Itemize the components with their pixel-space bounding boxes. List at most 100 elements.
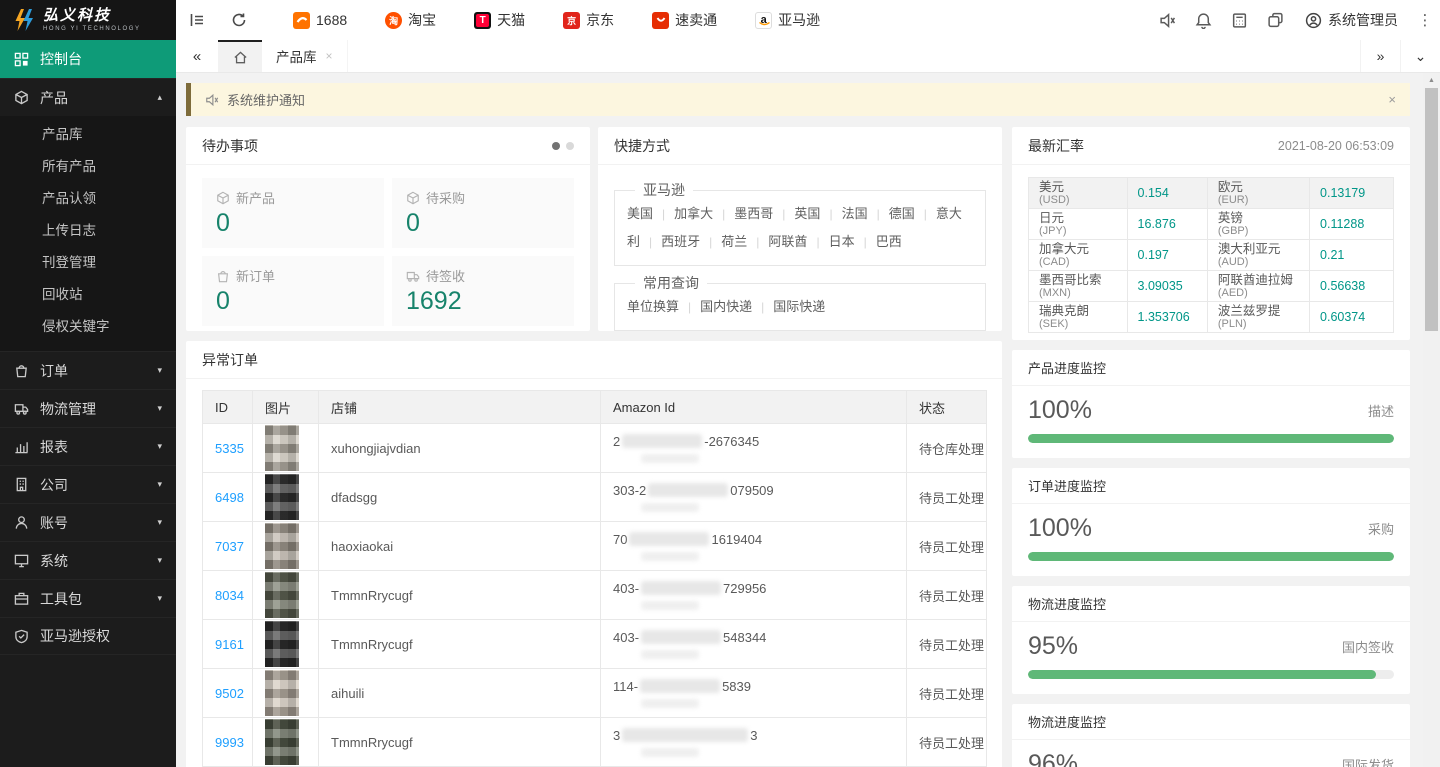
- sidebar-item-toolkit[interactable]: 工具包 ▾: [0, 579, 176, 617]
- country-link[interactable]: 荷兰: [721, 234, 747, 249]
- sidebar-item-account[interactable]: 账号 ▾: [0, 503, 176, 541]
- rates-title: 最新汇率: [1028, 136, 1084, 156]
- table-row: 9993 TmmnRrycugf 33 待员工处理: [203, 718, 987, 767]
- status-badge: 待员工处理: [919, 540, 984, 555]
- redacted-blur: [622, 728, 748, 742]
- sidebar-item-recycle-bin[interactable]: 回收站: [0, 279, 176, 311]
- country-link[interactable]: 日本: [829, 234, 855, 249]
- country-link[interactable]: 墨西哥: [734, 206, 773, 221]
- link-aliexpress[interactable]: 速卖通: [633, 0, 736, 40]
- sidebar-item-console[interactable]: 控制台: [0, 40, 176, 78]
- product-thumbnail[interactable]: [265, 670, 299, 716]
- sidebar-item-label: 物流管理: [40, 399, 96, 419]
- country-link[interactable]: 美国: [627, 206, 653, 221]
- refresh-button[interactable]: [218, 0, 260, 40]
- status-badge: 待员工处理: [919, 638, 984, 653]
- order-id-link[interactable]: 9502: [215, 686, 244, 701]
- sidebar-item-all-products[interactable]: 所有产品: [0, 151, 176, 183]
- product-thumbnail[interactable]: [265, 474, 299, 520]
- country-link[interactable]: 英国: [794, 206, 820, 221]
- notifications-button[interactable]: [1185, 0, 1221, 40]
- chevron-down-icon: ▾: [157, 517, 162, 528]
- link-jd[interactable]: 京 京东: [544, 0, 633, 40]
- redacted-blur: [629, 532, 709, 546]
- product-thumbnail[interactable]: [265, 425, 299, 471]
- notice-text[interactable]: 系统维护通知: [227, 90, 305, 109]
- order-id-link[interactable]: 9993: [215, 735, 244, 750]
- 1688-icon: [293, 12, 310, 29]
- rate-value: 0.11288: [1310, 209, 1394, 240]
- theme-button[interactable]: [1257, 0, 1293, 40]
- sidebar-item-upload-log[interactable]: 上传日志: [0, 215, 176, 247]
- orders-table: ID 图片 店铺 Amazon Id 状态 5335 xuhongjiajvdi…: [202, 390, 987, 767]
- redacted-blur: [641, 699, 699, 708]
- carousel-dot-active[interactable]: [552, 142, 560, 150]
- tabs-scroll-left-button[interactable]: «: [176, 40, 218, 72]
- stat-awaiting-receipt[interactable]: 待签收 1692: [392, 256, 574, 326]
- order-id-link[interactable]: 8034: [215, 588, 244, 603]
- sidebar-item-product-claim[interactable]: 产品认领: [0, 183, 176, 215]
- product-thumbnail[interactable]: [265, 523, 299, 569]
- country-link[interactable]: 德国: [889, 206, 915, 221]
- link-tmall[interactable]: T 天猫: [455, 0, 544, 40]
- order-id-link[interactable]: 9161: [215, 637, 244, 652]
- sidebar-item-label: 工具包: [40, 589, 82, 609]
- sidebar-item-listing-mgmt[interactable]: 刊登管理: [0, 247, 176, 279]
- stat-new-orders[interactable]: 新订单 0: [202, 256, 384, 326]
- brand-logo[interactable]: 弘义科技 HONG YI TECHNOLOGY: [0, 0, 176, 40]
- scrollbar-thumb[interactable]: [1425, 88, 1438, 331]
- sidebar-item-system[interactable]: 系统 ▾: [0, 541, 176, 579]
- tab-product-library[interactable]: 产品库 ×: [262, 40, 348, 72]
- sidebar-item-product-library[interactable]: 产品库: [0, 119, 176, 151]
- speaker-icon: [1159, 12, 1176, 29]
- order-id-link[interactable]: 5335: [215, 441, 244, 456]
- stat-to-purchase[interactable]: 待采购 0: [392, 178, 574, 248]
- stat-value: 0: [216, 287, 370, 316]
- product-thumbnail[interactable]: [265, 719, 299, 765]
- sidebar-item-orders[interactable]: 订单 ▾: [0, 351, 176, 389]
- stat-new-products[interactable]: 新产品 0: [202, 178, 384, 248]
- link-label: 天猫: [497, 10, 525, 30]
- scroll-up-arrow[interactable]: ▲: [1423, 73, 1440, 88]
- order-id-link[interactable]: 7037: [215, 539, 244, 554]
- link-taobao[interactable]: 淘 淘宝: [366, 0, 455, 40]
- sidebar-item-infringing-keywords[interactable]: 侵权关键字: [0, 311, 176, 343]
- country-link[interactable]: 西班牙: [661, 234, 700, 249]
- sidebar-item-logistics[interactable]: 物流管理 ▾: [0, 389, 176, 427]
- order-id-link[interactable]: 6498: [215, 490, 244, 505]
- sidebar-item-company[interactable]: 公司 ▾: [0, 465, 176, 503]
- product-thumbnail[interactable]: [265, 621, 299, 667]
- status-badge: 待员工处理: [919, 589, 984, 604]
- vertical-scrollbar[interactable]: ▲: [1423, 73, 1440, 767]
- collapse-sidebar-button[interactable]: [176, 0, 218, 40]
- link-label: 亚马逊: [778, 10, 820, 30]
- country-link[interactable]: 巴西: [876, 234, 902, 249]
- country-link[interactable]: 法国: [842, 206, 868, 221]
- sidebar-item-product[interactable]: 产品 ▴: [0, 78, 176, 116]
- notice-close-icon[interactable]: ×: [1388, 92, 1396, 107]
- tabs-scroll-right-button[interactable]: »: [1360, 40, 1400, 72]
- user-menu[interactable]: 系统管理员: [1293, 10, 1410, 30]
- country-link[interactable]: 阿联酋: [768, 234, 807, 249]
- sidebar-item-amazon-auth[interactable]: 亚马逊授权: [0, 617, 176, 655]
- shop-name: TmmnRrycugf: [331, 637, 413, 652]
- product-thumbnail[interactable]: [265, 572, 299, 618]
- country-link[interactable]: 加拿大: [674, 206, 713, 221]
- sidebar-item-label: 产品: [40, 88, 68, 108]
- rate-value: 16.876: [1127, 209, 1207, 240]
- redacted-blur: [641, 630, 721, 644]
- link-amazon[interactable]: a 亚马逊: [736, 0, 839, 40]
- announcement-button[interactable]: [1149, 0, 1185, 40]
- link-1688[interactable]: 1688: [274, 0, 366, 40]
- sidebar-item-reports[interactable]: 报表 ▾: [0, 427, 176, 465]
- query-link-unit-convert[interactable]: 单位换算: [627, 299, 679, 314]
- calculator-button[interactable]: [1221, 0, 1257, 40]
- tab-home[interactable]: [218, 40, 262, 72]
- query-link-intl-express[interactable]: 国际快递: [773, 299, 825, 314]
- tabs-more-button[interactable]: ⌄: [1400, 40, 1440, 72]
- more-menu-button[interactable]: ⋮: [1410, 11, 1440, 29]
- query-link-domestic-express[interactable]: 国内快递: [700, 299, 752, 314]
- tab-close-icon[interactable]: ×: [326, 49, 333, 63]
- carousel-dot[interactable]: [566, 142, 574, 150]
- todo-card: 待办事项 新产品: [186, 127, 590, 331]
